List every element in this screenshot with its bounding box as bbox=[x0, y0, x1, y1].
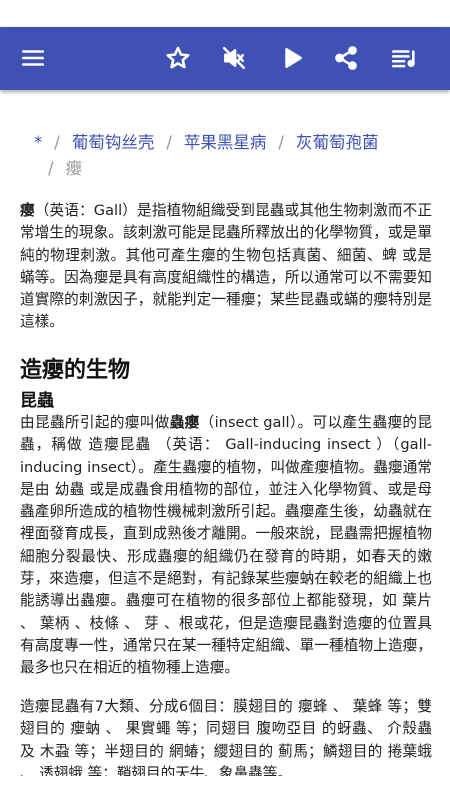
favorite-button[interactable] bbox=[163, 43, 193, 73]
playlist-button[interactable] bbox=[388, 43, 418, 73]
breadcrumb-home[interactable]: * bbox=[34, 133, 42, 152]
subsection-heading: 昆蟲 bbox=[20, 391, 54, 411]
volume-off-icon bbox=[222, 46, 246, 70]
breadcrumb-separator: / bbox=[166, 133, 172, 152]
play-button[interactable] bbox=[277, 43, 307, 73]
breadcrumb-separator: / bbox=[278, 133, 284, 152]
app-toolbar bbox=[0, 27, 450, 90]
star-outline-icon bbox=[166, 46, 190, 69]
breadcrumb-item-grape-powdery-mildew[interactable]: 葡萄钩丝壳 bbox=[72, 133, 155, 152]
breadcrumb-current: 癭 bbox=[65, 159, 83, 178]
section-heading: 造癭的生物 bbox=[20, 358, 131, 383]
play-icon bbox=[285, 48, 302, 68]
intro-text: （英语：Gall）是指植物組織受到昆蟲或其他生物刺激而不正常增生的現象。該刺激可… bbox=[20, 202, 432, 331]
article-content: * / 葡萄钩丝壳 / 苹果黑星病 / 灰葡萄孢菌 / 癭 癭（英语：Gall）是指植物組織受… bbox=[0, 90, 450, 776]
breadcrumb-separator: / bbox=[54, 133, 60, 152]
share-button[interactable] bbox=[331, 43, 361, 73]
hamburger-menu-icon bbox=[21, 50, 45, 66]
insect-gall-paragraph: 由昆蟲所引起的癭叫做蟲癭（insect gall）。可以產生蟲癭的昆蟲，稱做 造… bbox=[20, 412, 432, 680]
p1-after: （insect gall）。可以產生蟲癭的昆蟲，稱做 造癭昆蟲 （英语： Gal… bbox=[20, 414, 432, 677]
navigation-bar-area bbox=[0, 776, 450, 800]
menu-button[interactable] bbox=[18, 43, 48, 73]
p1-term: 蟲癭 bbox=[169, 414, 200, 431]
p1-before: 由昆蟲所引起的癭叫做 bbox=[20, 414, 170, 431]
playlist-icon bbox=[391, 50, 415, 68]
mute-button[interactable] bbox=[219, 43, 249, 73]
breadcrumb-item-botrytis[interactable]: 灰葡萄孢菌 bbox=[296, 133, 379, 152]
breadcrumb: * / 葡萄钩丝壳 / 苹果黑星病 / 灰葡萄孢菌 / 癭 bbox=[34, 130, 434, 182]
intro-term: 癭 bbox=[20, 202, 35, 219]
gall-insect-orders-paragraph: 造癭昆蟲有7大類、分成6個目：膜翅目的 癭蜂 、 葉蜂 等；雙翅目的 癭蚋 、 … bbox=[20, 698, 432, 776]
breadcrumb-item-apple-scab[interactable]: 苹果黑星病 bbox=[184, 133, 267, 152]
intro-paragraph: 癭（英语：Gall）是指植物組織受到昆蟲或其他生物刺激而不正常增生的現象。該刺激… bbox=[20, 200, 432, 334]
breadcrumb-separator: / bbox=[48, 159, 54, 178]
share-icon bbox=[335, 46, 357, 70]
